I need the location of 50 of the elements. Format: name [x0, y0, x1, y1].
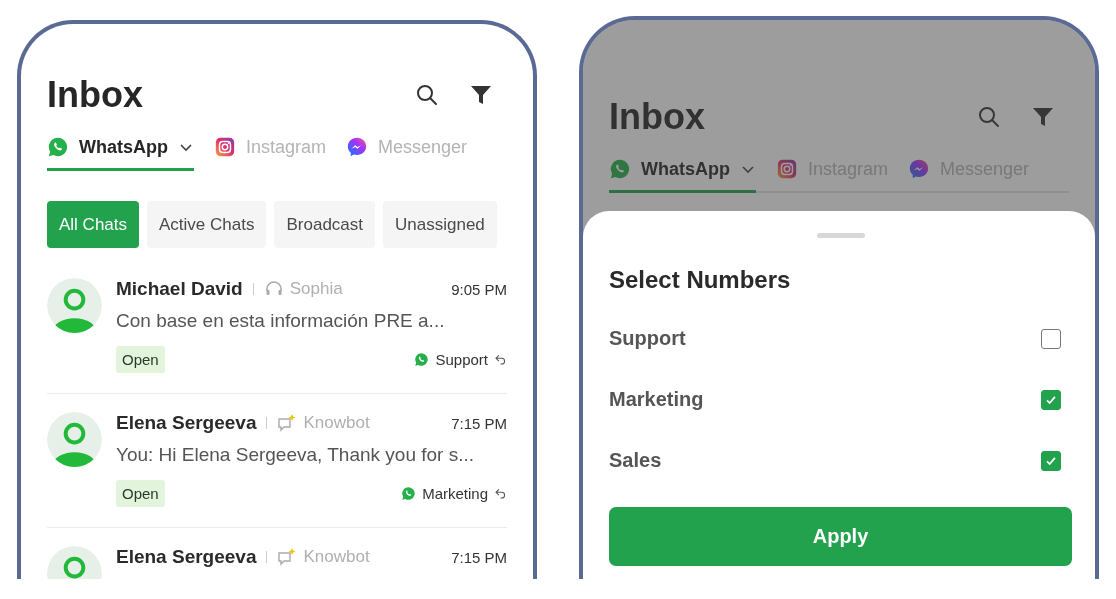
- reply-icon: [494, 487, 507, 500]
- drag-handle[interactable]: [816, 233, 865, 238]
- channel-tab[interactable]: WhatsApp: [47, 130, 194, 171]
- filter-icon[interactable]: [469, 83, 493, 107]
- messenger-icon: [346, 136, 369, 158]
- instagram-icon: [776, 158, 798, 180]
- option-label: Support: [609, 327, 686, 350]
- whatsapp-icon: [414, 352, 430, 367]
- number-label: Support: [435, 351, 488, 368]
- messenger-icon: [908, 158, 931, 180]
- contact-name: Elena Sergeeva: [116, 412, 257, 434]
- page-title: Inbox: [47, 74, 143, 116]
- agent-name: Knowbot: [303, 547, 370, 567]
- whatsapp-icon: [401, 486, 417, 501]
- avatar-icon: [47, 412, 102, 467]
- sheet-title: Select Numbers: [609, 266, 792, 294]
- agent-name: Knowbot: [303, 413, 370, 433]
- filter-chip[interactable]: Broadcast: [274, 201, 375, 248]
- contact-name: Elena Sergeeva: [116, 546, 257, 568]
- search-icon[interactable]: [415, 83, 439, 107]
- whatsapp-icon: [47, 136, 69, 158]
- sparkle-chat-icon: [277, 413, 298, 433]
- reply-icon: [494, 353, 507, 366]
- option-label: Sales: [609, 449, 662, 472]
- whatsapp-icon: [609, 158, 631, 180]
- status-tag: Open: [116, 346, 165, 373]
- agent-name: Sophia: [289, 279, 343, 299]
- message-time: 7:15 PM: [451, 414, 507, 432]
- contact-name: Michael David: [116, 278, 243, 300]
- status-tag: Open: [116, 480, 165, 507]
- filter-chip[interactable]: All Chats: [47, 201, 140, 248]
- apply-button[interactable]: Apply: [609, 507, 1072, 566]
- message-preview: Con base en esta información PRE a...: [116, 310, 446, 332]
- filter-chip[interactable]: Unassigned: [383, 201, 497, 248]
- sparkle-chat-icon: [277, 547, 298, 567]
- channel-tab[interactable]: Messenger: [346, 130, 468, 171]
- channel-tab[interactable]: WhatsApp: [609, 152, 756, 193]
- avatar-icon: [47, 278, 102, 333]
- checkbox[interactable]: [1041, 389, 1061, 410]
- instagram-icon: [214, 136, 236, 158]
- filter-chip[interactable]: Active Chats: [147, 201, 267, 248]
- page-title: Inbox: [609, 96, 705, 138]
- message-time: 7:15 PM: [451, 548, 507, 566]
- number-label: Marketing: [422, 485, 488, 502]
- channel-tab[interactable]: Instagram: [214, 130, 327, 171]
- checkbox[interactable]: [1041, 328, 1061, 349]
- message-preview: You: Hi Elena Sergeeva, Thank you for s...: [116, 444, 476, 466]
- checkbox[interactable]: [1041, 450, 1061, 471]
- option-label: Marketing: [609, 388, 704, 411]
- message-time: 9:05 PM: [451, 280, 507, 298]
